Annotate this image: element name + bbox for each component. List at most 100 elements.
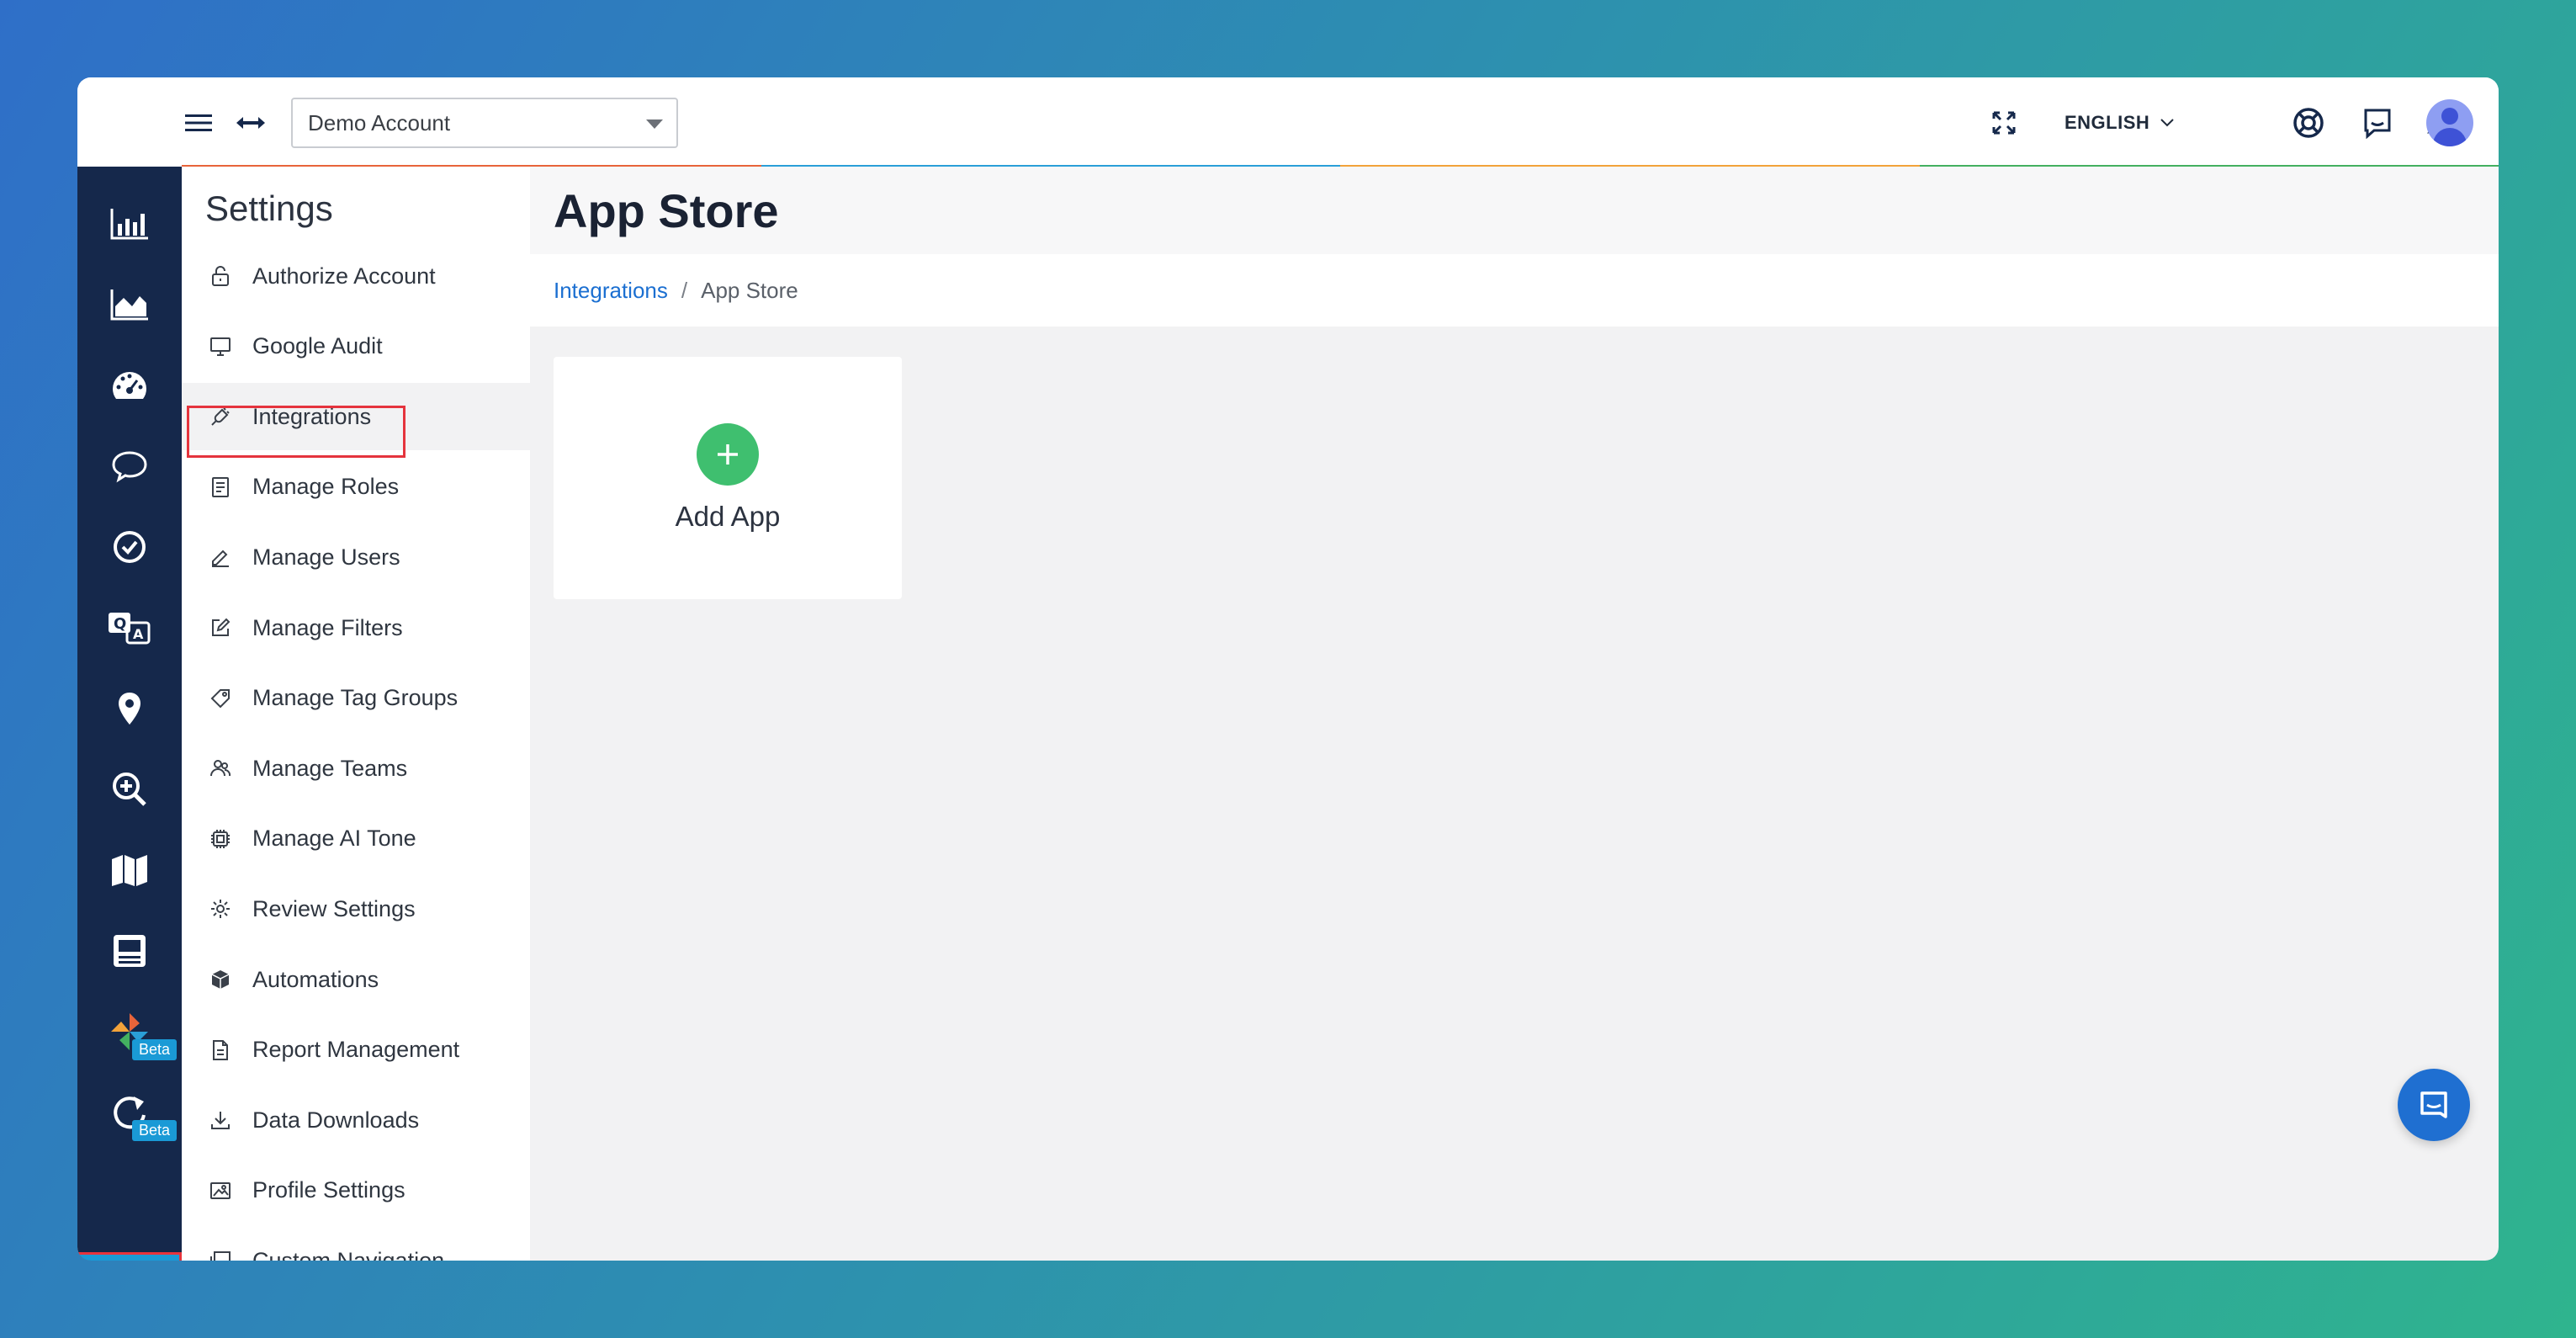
- monitor-icon: [209, 335, 232, 358]
- beta-badge: Beta: [131, 1039, 177, 1060]
- menu-item-automations[interactable]: Automations: [182, 946, 530, 1013]
- map-icon: [112, 855, 147, 886]
- rail-item-refresh-beta[interactable]: Beta: [77, 1072, 182, 1153]
- report-icon: [209, 1038, 232, 1062]
- window-icon: [209, 1249, 232, 1261]
- menu-item-authorize-account[interactable]: Authorize Account: [182, 242, 530, 310]
- svg-text:Q: Q: [114, 615, 126, 633]
- svg-text:A: A: [133, 626, 144, 642]
- menu-item-manage-roles[interactable]: Manage Roles: [182, 454, 530, 521]
- menu-item-custom-navigation[interactable]: Custom Navigation: [182, 1227, 530, 1261]
- feedback-icon[interactable]: [2359, 104, 2396, 141]
- rail-item-map[interactable]: [77, 830, 182, 911]
- rail-item-reports[interactable]: [77, 183, 182, 264]
- pencil-icon: [209, 545, 232, 569]
- rail-item-dashboard[interactable]: [77, 345, 182, 426]
- menu-item-google-audit[interactable]: Google Audit: [182, 313, 530, 380]
- account-select[interactable]: Demo Account: [291, 98, 678, 148]
- menu-item-profile-settings[interactable]: Profile Settings: [182, 1157, 530, 1224]
- lock-icon: [209, 264, 232, 288]
- map-pin-icon: [119, 693, 140, 725]
- cube-icon: [209, 968, 232, 991]
- team-icon: [209, 757, 232, 780]
- menu-item-label: Profile Settings: [252, 1177, 405, 1203]
- speedometer-icon: [113, 372, 146, 399]
- help-lifebuoy-icon[interactable]: [2290, 104, 2327, 141]
- settings-title: Settings: [205, 188, 333, 228]
- user-avatar[interactable]: [2426, 99, 2473, 146]
- area-chart-icon: [110, 289, 148, 321]
- rail-item-qa[interactable]: QA: [77, 587, 182, 668]
- language-select[interactable]: ENGLISH: [2065, 108, 2175, 138]
- expand-width-icon[interactable]: [234, 106, 268, 140]
- breadcrumb-current: App Store: [701, 277, 798, 303]
- menu-item-manage-teams[interactable]: Manage Teams: [182, 735, 530, 802]
- beta-badge: Beta: [131, 1120, 177, 1141]
- edit-icon: [209, 616, 232, 640]
- rail-item-analytics[interactable]: [77, 264, 182, 345]
- breadcrumb-link-integrations[interactable]: Integrations: [554, 278, 668, 304]
- add-app-card[interactable]: Add App: [554, 357, 902, 599]
- download-icon: [209, 1108, 232, 1132]
- add-app-label: Add App: [675, 501, 781, 532]
- rail-item-reviews[interactable]: [77, 426, 182, 507]
- menu-item-label: Google Audit: [252, 333, 383, 359]
- icon-rail: QA Beta Beta: [77, 167, 182, 1261]
- account-select-value: Demo Account: [308, 109, 451, 135]
- document-icon: [209, 475, 232, 499]
- menu-item-label: Manage Users: [252, 544, 400, 570]
- zoom-in-icon: [113, 773, 146, 806]
- menu-item-data-downloads[interactable]: Data Downloads: [182, 1086, 530, 1154]
- layout-icon: [114, 935, 146, 967]
- chat-launcher-button[interactable]: [2398, 1069, 2470, 1141]
- menu-item-label: Manage Teams: [252, 755, 408, 781]
- chat-bubble-icon: [112, 451, 147, 483]
- rail-item-tasks[interactable]: [77, 507, 182, 587]
- breadcrumb: Integrations / App Store: [530, 254, 2499, 327]
- rail-item-pinwheel-beta[interactable]: Beta: [77, 991, 182, 1072]
- rail-item-search[interactable]: [77, 749, 182, 830]
- chat-icon: [2420, 1091, 2447, 1118]
- plug-icon: [209, 405, 232, 428]
- chip-icon: [209, 827, 232, 851]
- settings-menu: Settings Authorize Account Google Audit In…: [182, 167, 530, 1261]
- tag-icon: [209, 687, 232, 710]
- menu-item-report-management[interactable]: Report Management: [182, 1017, 530, 1084]
- language-label: ENGLISH: [2065, 112, 2150, 133]
- check-circle-icon: [114, 531, 146, 563]
- menu-item-manage-users[interactable]: Manage Users: [182, 523, 530, 591]
- menu-item-label: Integrations: [252, 403, 372, 429]
- menu-item-label: Manage Filters: [252, 614, 403, 640]
- avatar-body: [2433, 128, 2467, 146]
- avatar-head: [2441, 108, 2458, 125]
- menu-item-review-settings[interactable]: Review Settings: [182, 875, 530, 942]
- menu-item-manage-filters[interactable]: Manage Filters: [182, 594, 530, 661]
- menu-item-manage-tag-groups[interactable]: Manage Tag Groups: [182, 665, 530, 732]
- menu-item-label: Report Management: [252, 1037, 460, 1063]
- image-icon: [209, 1179, 232, 1203]
- menu-item-label: Data Downloads: [252, 1107, 420, 1133]
- menu-item-label: Automations: [252, 966, 379, 992]
- bar-chart-icon: [110, 209, 148, 240]
- menu-item-label: Manage Roles: [252, 474, 400, 500]
- app-window: Demo Account ENGLISH Q A Beta Beta Setti…: [77, 77, 2499, 1261]
- menu-item-label: Review Settings: [252, 895, 416, 921]
- chevron-down-icon: [2160, 119, 2175, 127]
- page-title: App Store: [554, 184, 779, 237]
- rail-item-settings[interactable]: [77, 1252, 182, 1261]
- plus-circle-icon: [697, 423, 759, 486]
- breadcrumb-separator: /: [681, 277, 688, 303]
- menu-item-integrations[interactable]: Integrations: [182, 383, 530, 451]
- chevron-down-icon: [646, 119, 663, 129]
- rail-item-locations[interactable]: [77, 668, 182, 749]
- hamburger-menu-icon[interactable]: [182, 106, 215, 140]
- menu-item-label: Manage Tag Groups: [252, 685, 458, 711]
- rail-item-listings[interactable]: [77, 911, 182, 991]
- menu-item-label: Custom Navigation: [252, 1247, 445, 1261]
- fullscreen-icon[interactable]: [1987, 106, 2021, 140]
- menu-item-label: Authorize Account: [252, 263, 436, 289]
- qa-icon: QA: [109, 613, 151, 645]
- top-bar: Demo Account ENGLISH: [77, 77, 2499, 168]
- menu-item-label: Manage AI Tone: [252, 826, 416, 852]
- menu-item-manage-ai-tone[interactable]: Manage AI Tone: [182, 805, 530, 873]
